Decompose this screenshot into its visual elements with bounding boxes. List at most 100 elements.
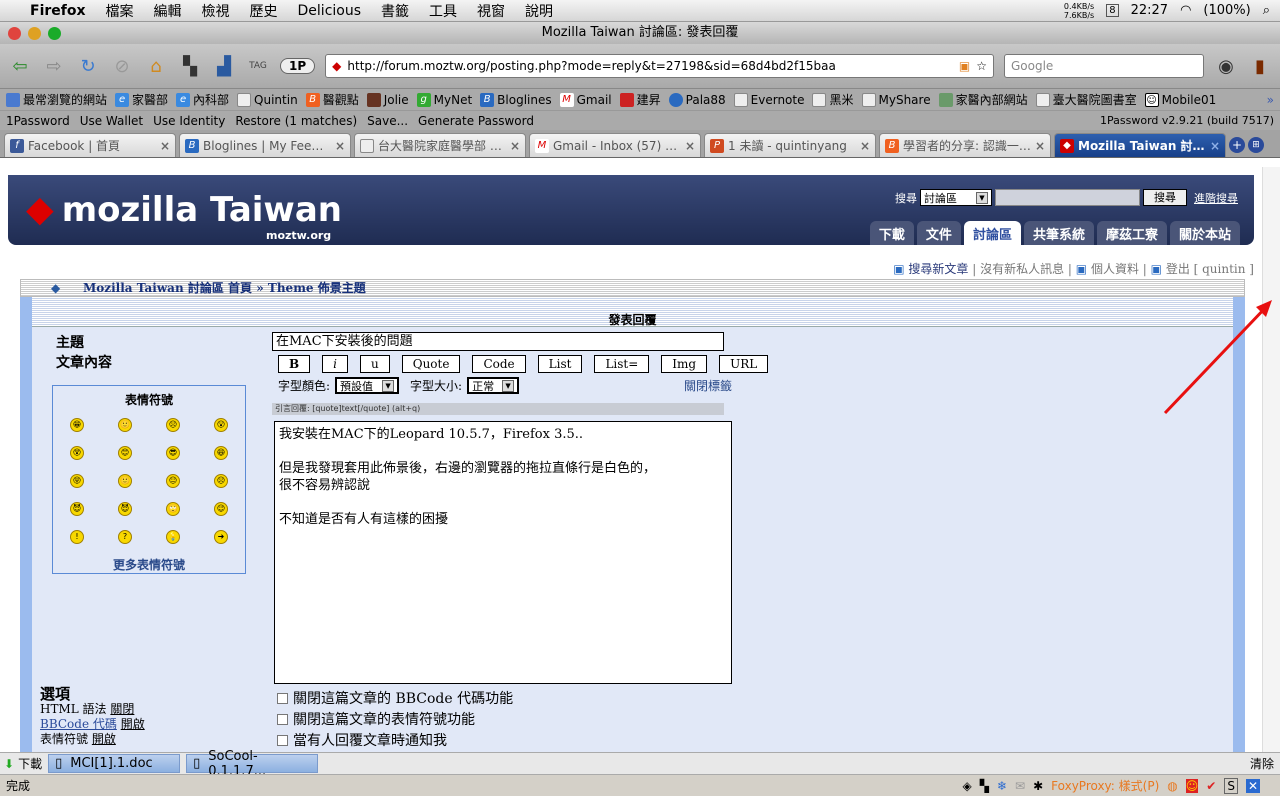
zoom-window-button[interactable] — [48, 27, 61, 40]
1password-button[interactable]: 1P — [280, 58, 316, 74]
close-tab-icon[interactable]: × — [510, 139, 520, 153]
bookmark-item[interactable]: B 醫觀點 — [305, 91, 359, 108]
s-icon[interactable]: S — [1224, 777, 1238, 794]
smiley-icon[interactable]: 🙂 — [118, 474, 132, 488]
smiley-icon[interactable]: ? — [118, 530, 132, 544]
stop-icon[interactable]: ⊘ — [110, 54, 134, 78]
advanced-search-link[interactable]: 進階搜尋 — [1194, 190, 1238, 206]
save-button[interactable]: Save... — [367, 114, 408, 128]
close-window-button[interactable] — [8, 27, 21, 40]
nav-wiki[interactable]: 共筆系統 — [1023, 221, 1094, 245]
smilies-state-link[interactable]: 開啟 — [92, 732, 116, 746]
font-color-select[interactable]: 預設值 ▼ — [335, 377, 400, 394]
menu-tools[interactable]: 工具 — [429, 1, 457, 21]
camera-icon[interactable]: ◉ — [1214, 54, 1238, 78]
search-input[interactable]: Google — [1004, 54, 1204, 78]
url-text[interactable]: http://forum.moztw.org/posting.php?mode=… — [347, 55, 953, 77]
checkerboard-icon[interactable]: ▚ — [178, 54, 202, 78]
bookmark-item[interactable]: 建昇 — [619, 91, 661, 108]
tab-facebook[interactable]: f Facebook | 首頁 × — [4, 133, 176, 157]
checkmark-icon[interactable]: ✔ — [1206, 779, 1216, 793]
disable-smilies-checkbox[interactable] — [277, 714, 288, 725]
nav-docs[interactable]: 文件 — [916, 221, 961, 245]
bold-button[interactable]: B — [278, 355, 311, 373]
smiley-icon[interactable]: 😈 — [118, 502, 132, 516]
close-tags-link[interactable]: 關閉標籤 — [684, 377, 732, 394]
greasemonkey-icon[interactable]: ☺ — [1185, 778, 1199, 793]
tab-bloglines[interactable]: BBloglines | My Feeds (...× — [179, 133, 351, 157]
minimize-window-button[interactable] — [28, 27, 41, 40]
ordered-list-button[interactable]: List= — [594, 355, 650, 373]
bookmark-item[interactable]: 最常瀏覽的網站 — [6, 91, 107, 108]
rss-icon[interactable]: ▣ — [959, 55, 970, 77]
smiley-icon[interactable]: 😐 — [166, 474, 180, 488]
profile-link[interactable]: 個人資料 — [1091, 262, 1139, 276]
download-item[interactable]: ▯ MCI[1].1.doc — [48, 754, 181, 773]
bbcode-faq-link[interactable]: BBCode 代碼 — [40, 717, 117, 731]
code-button[interactable]: Code — [472, 355, 526, 373]
image-button[interactable]: Img — [661, 355, 708, 373]
menu-edit[interactable]: 編輯 — [154, 1, 182, 21]
bookmark-item[interactable]: ☺ Mobile01 — [1144, 92, 1216, 107]
bookmark-item[interactable]: MyShare — [861, 92, 931, 107]
tab-plurk[interactable]: P1 未讀 - quintinyang × — [704, 133, 876, 157]
bookmark-item[interactable]: Jolie — [366, 92, 409, 107]
smiley-icon[interactable]: 🙂 — [118, 418, 132, 432]
bookmark-item[interactable]: Pala88 — [668, 92, 726, 107]
message-textarea[interactable]: 我安裝在MAC下的Leopard 10.5.7，Firefox 3.5.. 但是… — [274, 421, 732, 684]
sidebar-icon[interactable]: ▟ — [212, 54, 236, 78]
disable-bbcode-checkbox[interactable] — [277, 693, 288, 704]
search-scope-select[interactable]: 討論區 ▼ — [920, 189, 992, 206]
use-identity-menu[interactable]: Use Identity — [153, 114, 225, 128]
breadcrumb-home[interactable]: Mozilla Taiwan 討論區 首頁 — [83, 281, 252, 295]
close-tab-icon[interactable]: × — [1210, 139, 1220, 153]
downloads-button[interactable]: ⬇ 下載 — [4, 755, 42, 772]
breadcrumb-forum[interactable]: Theme 佈景主題 — [268, 281, 366, 295]
bookmark-item[interactable]: g MyNet — [416, 92, 472, 107]
nav-forum[interactable]: 討論區 — [963, 221, 1021, 245]
site-search-button[interactable]: 搜尋 — [1143, 189, 1187, 206]
smiley-icon[interactable]: ! — [70, 530, 84, 544]
site-logo[interactable]: ◆ mozilla Taiwan moztw.org — [26, 189, 342, 242]
smiley-icon[interactable]: 😎 — [166, 446, 180, 460]
menu-help[interactable]: 說明 — [525, 1, 553, 21]
reload-icon[interactable]: ↻ — [76, 54, 100, 78]
1password-menu[interactable]: 1Password — [6, 114, 70, 128]
quote-button[interactable]: Quote — [401, 355, 461, 373]
close-tab-icon[interactable]: × — [335, 139, 345, 153]
nav-workshop[interactable]: 摩茲工寮 — [1096, 221, 1167, 245]
smiley-icon[interactable]: 😊 — [118, 446, 132, 460]
generate-password-button[interactable]: Generate Password — [418, 114, 534, 128]
bbcode-state-link[interactable]: 開啟 — [121, 717, 145, 731]
more-smilies-link[interactable]: 更多表情符號 — [53, 556, 245, 573]
bookmark-item[interactable]: 家醫內部網站 — [938, 91, 1028, 108]
tab-list-icon[interactable]: ⊞ — [1248, 137, 1264, 153]
close-tab-icon[interactable]: × — [860, 139, 870, 153]
spotlight-icon[interactable]: ⌕ — [1263, 3, 1270, 18]
app-menu[interactable]: Firefox — [30, 3, 86, 19]
battery[interactable]: (100%) — [1203, 3, 1250, 18]
foxyproxy-status[interactable]: FoxyProxy: 樣式(P) — [1051, 777, 1159, 794]
nav-download[interactable]: 下載 — [869, 221, 914, 245]
tab-ntuh[interactable]: 台大醫院家庭醫學部 • V... × — [354, 133, 526, 157]
smiley-icon[interactable]: 😈 — [70, 502, 84, 516]
notify-reply-checkbox[interactable] — [277, 735, 288, 746]
bookmark-item[interactable]: Evernote — [733, 92, 804, 107]
tag-icon[interactable]: TAG — [246, 54, 270, 78]
menu-history[interactable]: 歷史 — [250, 1, 278, 21]
html-state-link[interactable]: 關閉 — [110, 702, 134, 716]
new-tab-icon[interactable]: + — [1229, 137, 1245, 153]
bookmark-item[interactable]: 臺大醫院圖書室 — [1035, 91, 1137, 108]
tab-mozilla-taiwan[interactable]: ◆ Mozilla Taiwan 討論... × — [1054, 133, 1226, 157]
smiley-icon[interactable]: 😮 — [214, 418, 228, 432]
smiley-icon[interactable]: 🙄 — [166, 502, 180, 516]
underline-button[interactable]: u — [360, 355, 390, 373]
smiley-icon[interactable]: 😆 — [214, 446, 228, 460]
smiley-icon[interactable]: 💡 — [166, 530, 180, 544]
url-bar[interactable]: ◆ http://forum.moztw.org/posting.php?mod… — [325, 54, 994, 78]
menu-delicious[interactable]: Delicious — [298, 3, 362, 19]
firebug-icon[interactable]: ✱ — [1033, 779, 1043, 793]
bookmark-item[interactable]: B Bloglines — [480, 92, 552, 107]
foxyproxy-icon[interactable]: ◍ — [1167, 779, 1177, 793]
menu-view[interactable]: 檢視 — [202, 1, 230, 21]
